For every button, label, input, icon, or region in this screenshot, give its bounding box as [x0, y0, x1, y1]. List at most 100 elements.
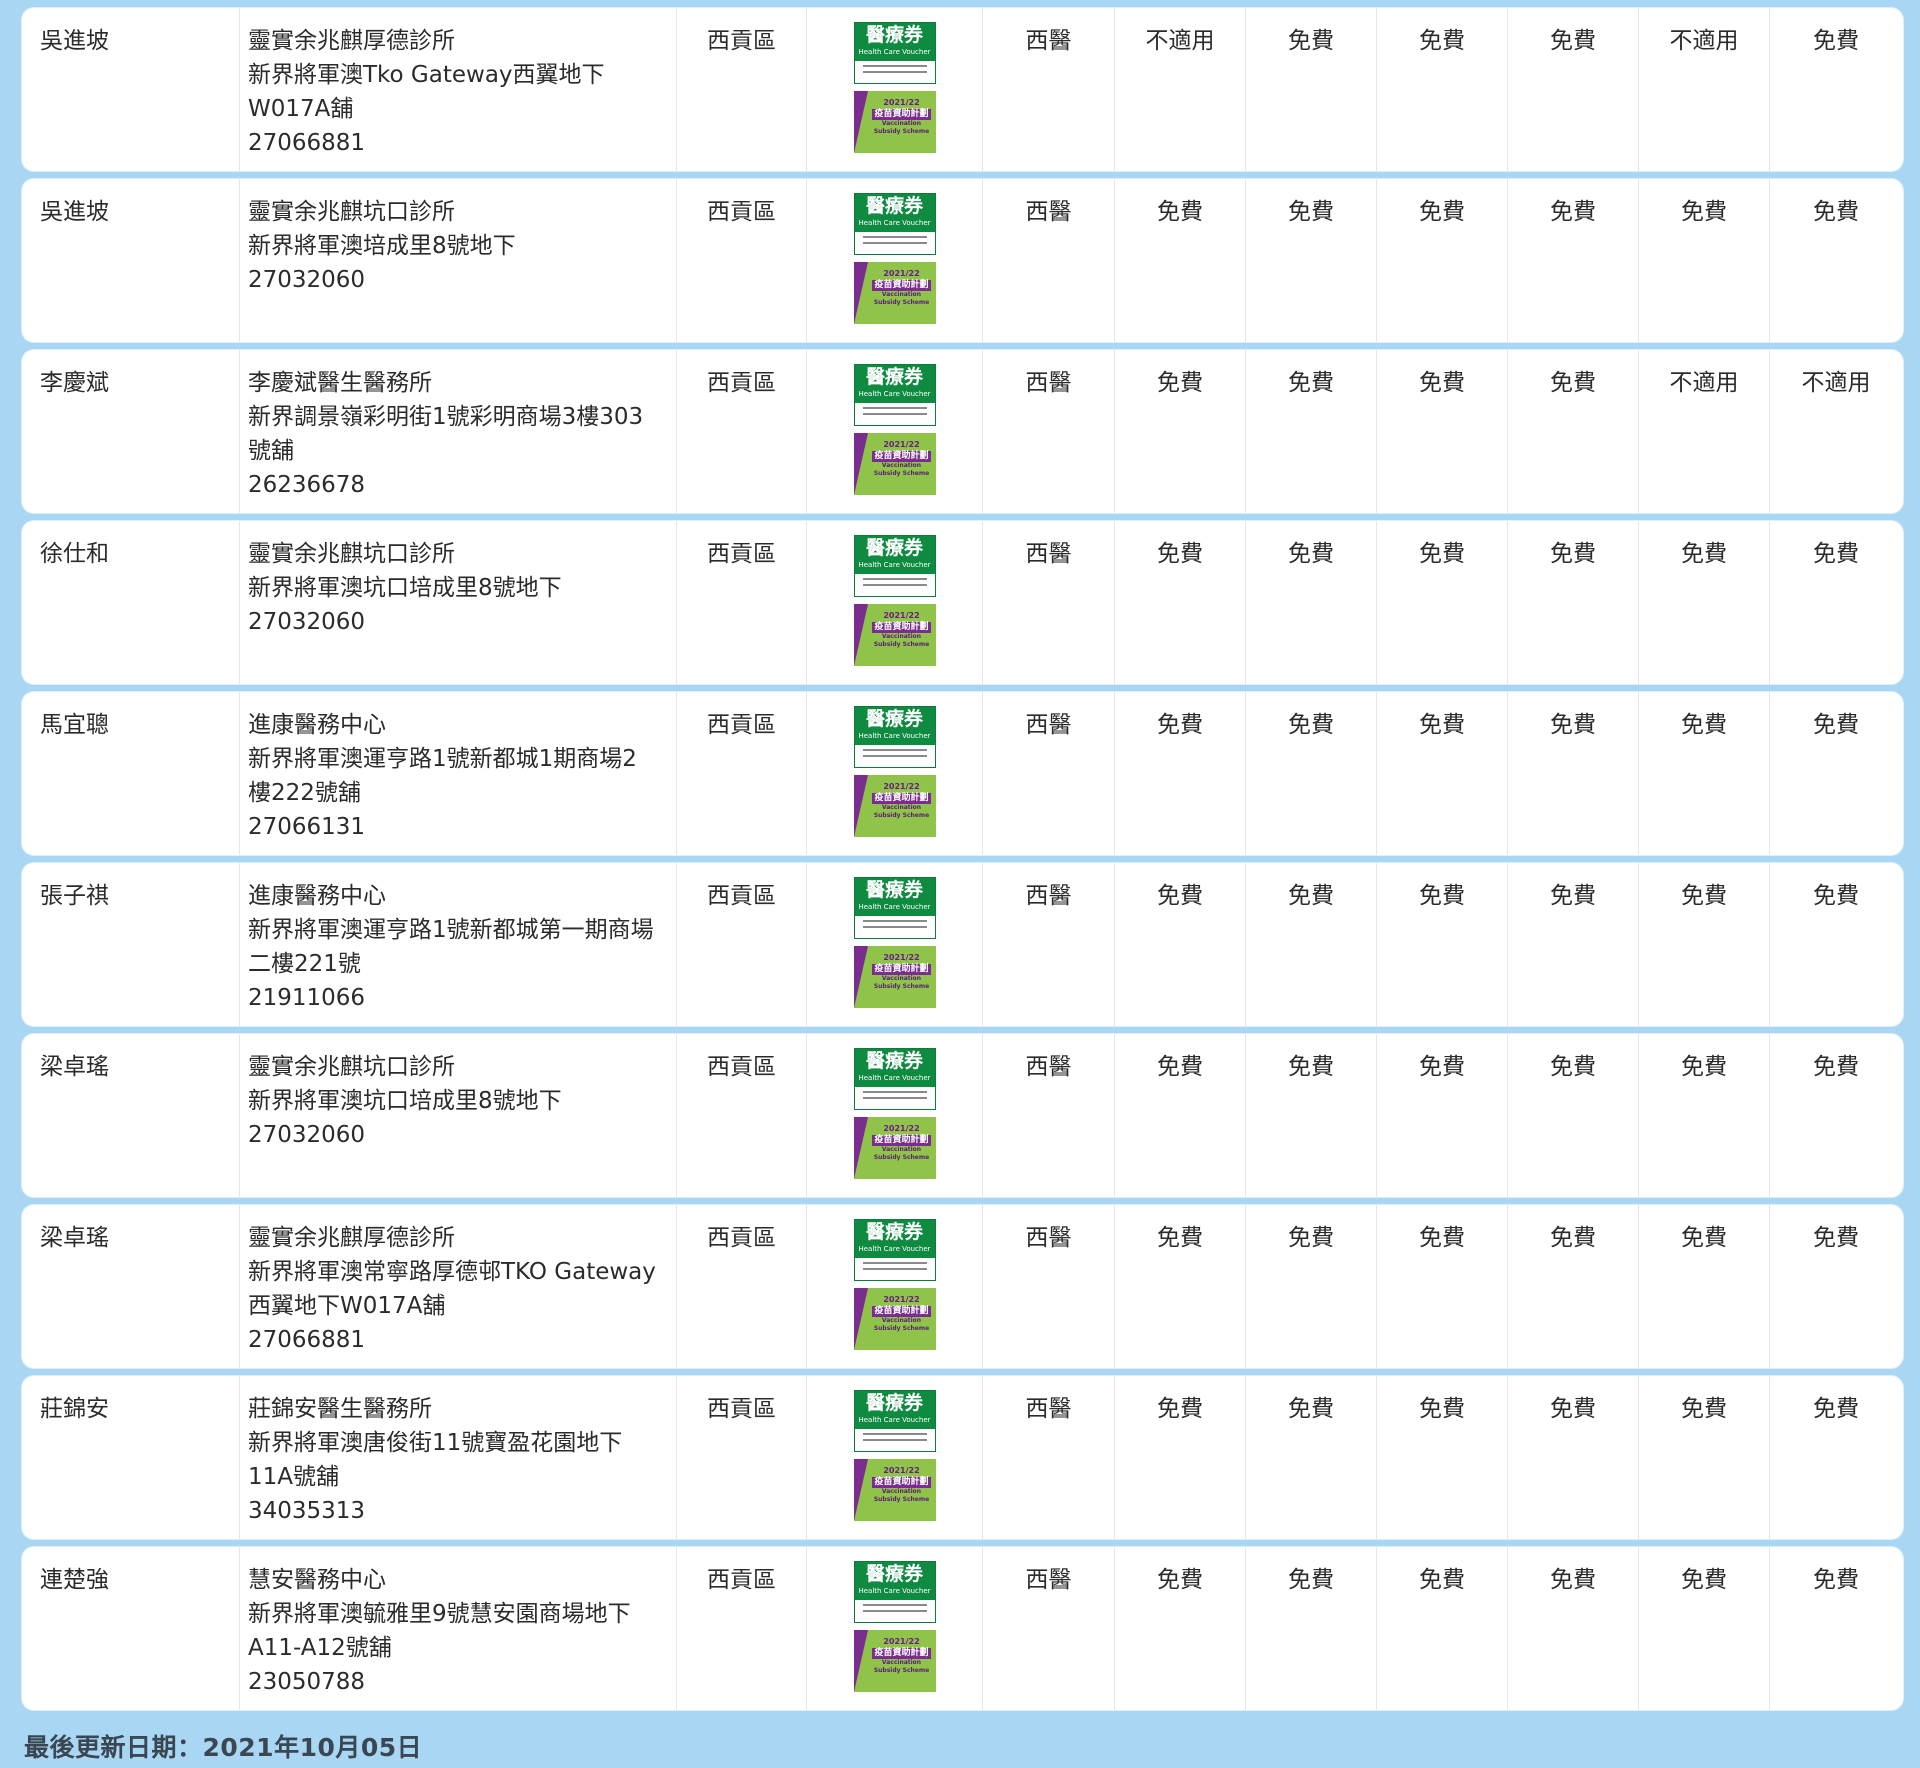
fee-cell: 免費 — [1639, 1376, 1770, 1539]
clinic-address-line: 號舖 — [248, 438, 294, 464]
fee-cell: 免費 — [1246, 179, 1377, 342]
vaccination-subsidy-scheme-logo: 2021/22 疫苗資助計劃 Vaccination Subsidy Schem… — [853, 1630, 936, 1692]
clinic-info: 進康醫務中心 新界將軍澳運亨路1號新都城1期商場2 樓222號舖 27066131 — [240, 692, 677, 855]
clinic-address-line: 西翼地下W017A舖 — [248, 1293, 446, 1319]
fee-cell: 免費 — [1813, 1054, 1859, 1080]
fee-cell: 免費 — [1377, 692, 1508, 855]
scheme-badges: 醫療券 Health Care Voucher 2021/22 疫苗資助計劃 Va… — [807, 1205, 983, 1368]
district: 西貢區 — [677, 521, 807, 684]
fee-cell: 不適用 — [1115, 8, 1246, 171]
clinic-address-line: 新界將軍澳坑口培成里8號地下 — [248, 1088, 562, 1114]
vaccination-subsidy-scheme-logo: 2021/22 疫苗資助計劃 Vaccination Subsidy Schem… — [853, 604, 936, 666]
fee-cell: 免費 — [1508, 1376, 1639, 1539]
clinic-info: 靈實余兆麒坑口診所 新界將軍澳培成里8號地下 27032060 — [240, 179, 677, 342]
clinic-phone: 27066131 — [248, 814, 366, 840]
clinic-address-line: 二樓221號 — [248, 951, 361, 977]
fee-cell: 免費 — [1246, 1376, 1377, 1539]
medicine-type: 西醫 — [983, 1376, 1115, 1539]
page: 吳進坡 靈實余兆麒厚德診所 新界將軍澳Tko Gateway西翼地下 W017A舖 2… — [0, 0, 1920, 1768]
fee-cell: 免費 — [1377, 1547, 1508, 1710]
fee-cell: 不適用 — [1639, 8, 1770, 171]
doctor-table: 吳進坡 靈實余兆麒厚德診所 新界將軍澳Tko Gateway西翼地下 W017A舖 2… — [22, 8, 1903, 1718]
scheme-badges: 醫療券 Health Care Voucher 2021/22 疫苗資助計劃 Va… — [807, 692, 983, 855]
last-updated-text: 最後更新日期：2021年10月05日 — [24, 1733, 423, 1762]
fee-cell: 免費 — [1813, 883, 1859, 909]
clinic-name: 靈實余兆麒坑口診所 — [248, 1054, 455, 1080]
scheme-badges: 醫療券 Health Care Voucher 2021/22 疫苗資助計劃 Va… — [807, 1034, 983, 1197]
clinic-phone: 27066881 — [248, 130, 366, 156]
clinic-address-line: 新界將軍澳Tko Gateway西翼地下 — [248, 62, 605, 88]
clinic-phone: 26236678 — [248, 472, 366, 498]
fee-cell: 免費 — [1377, 1034, 1508, 1197]
fee-cell: 免費 — [1115, 1376, 1246, 1539]
fee-cell: 免費 — [1639, 179, 1770, 342]
clinic-address-line: 新界將軍澳運亨路1號新都城第一期商場 — [248, 917, 654, 943]
table-row: 馬宜聰 進康醫務中心 新界將軍澳運亨路1號新都城1期商場2 樓222號舖 270661… — [22, 692, 1903, 855]
fee-cell: 免費 — [1246, 692, 1377, 855]
fee-cell: 免費 — [1508, 350, 1639, 513]
vaccination-subsidy-scheme-logo: 2021/22 疫苗資助計劃 Vaccination Subsidy Schem… — [853, 1459, 936, 1521]
health-care-voucher-logo: 醫療券 Health Care Voucher — [853, 1219, 936, 1281]
clinic-name: 靈實余兆麒厚德診所 — [248, 28, 455, 54]
health-care-voucher-logo: 醫療券 Health Care Voucher — [853, 877, 936, 939]
fee-cell: 免費 — [1377, 350, 1508, 513]
doctor-name: 莊錦安 — [22, 1376, 240, 1539]
table-row: 梁卓瑤 靈實余兆麒坑口診所 新界將軍澳坑口培成里8號地下 27032060 西貢區 … — [22, 1034, 1903, 1197]
clinic-phone: 27066881 — [248, 1327, 366, 1353]
fee-cell: 免費 — [1508, 863, 1639, 1026]
doctor-name: 馬宜聰 — [22, 692, 240, 855]
fee-cell: 免費 — [1508, 1205, 1639, 1368]
scheme-badges: 醫療券 Health Care Voucher 2021/22 疫苗資助計劃 Va… — [807, 521, 983, 684]
fee-cell: 免費 — [1115, 521, 1246, 684]
fee-cell: 免費 — [1639, 1547, 1770, 1710]
doctor-name: 連楚強 — [22, 1547, 240, 1710]
table-row: 梁卓瑤 靈實余兆麒厚德診所 新界將軍澳常寧路厚德邨TKO Gateway 西翼地下W… — [22, 1205, 1903, 1368]
clinic-phone: 27032060 — [248, 609, 366, 635]
health-care-voucher-logo: 醫療券 Health Care Voucher — [853, 1048, 936, 1110]
fee-cell: 免費 — [1115, 179, 1246, 342]
fee-cell: 免費 — [1246, 1205, 1377, 1368]
clinic-name: 進康醫務中心 — [248, 712, 386, 738]
health-care-voucher-logo: 醫療券 Health Care Voucher — [853, 535, 936, 597]
fee-cell: 不適用 — [1639, 350, 1770, 513]
district: 西貢區 — [677, 8, 807, 171]
fee-cell: 免費 — [1115, 692, 1246, 855]
fee-cell: 免費 — [1639, 1034, 1770, 1197]
vaccination-subsidy-scheme-logo: 2021/22 疫苗資助計劃 Vaccination Subsidy Schem… — [853, 946, 936, 1008]
fee-cell: 免費 — [1115, 1205, 1246, 1368]
clinic-name: 靈實余兆麒坑口診所 — [248, 199, 455, 225]
medicine-type: 西醫 — [983, 179, 1115, 342]
table-row: 徐仕和 靈實余兆麒坑口診所 新界將軍澳坑口培成里8號地下 27032060 西貢區 … — [22, 521, 1903, 684]
table-row: 莊錦安 莊錦安醫生醫務所 新界將軍澳唐俊街11號寶盈花園地下 11A號舖 340353… — [22, 1376, 1903, 1539]
table-row: 張子祺 進康醫務中心 新界將軍澳運亨路1號新都城第一期商場 二樓221號 219110… — [22, 863, 1903, 1026]
clinic-info: 莊錦安醫生醫務所 新界將軍澳唐俊街11號寶盈花園地下 11A號舖 34035313 — [240, 1376, 677, 1539]
district: 西貢區 — [677, 1376, 807, 1539]
fee-cell: 免費 — [1377, 521, 1508, 684]
clinic-address-line: 新界將軍澳運亨路1號新都城1期商場2 — [248, 746, 637, 772]
clinic-info: 李慶斌醫生醫務所 新界調景嶺彩明街1號彩明商場3樓303 號舖 26236678 — [240, 350, 677, 513]
clinic-address-line: A11-A12號舖 — [248, 1635, 392, 1661]
scheme-badges: 醫療券 Health Care Voucher 2021/22 疫苗資助計劃 Va… — [807, 1547, 983, 1710]
health-care-voucher-logo: 醫療券 Health Care Voucher — [853, 1390, 936, 1452]
vaccination-subsidy-scheme-logo: 2021/22 疫苗資助計劃 Vaccination Subsidy Schem… — [853, 1117, 936, 1179]
fee-cell: 免費 — [1813, 199, 1859, 225]
fee-cell: 免費 — [1115, 863, 1246, 1026]
clinic-address-line: 新界將軍澳常寧路厚德邨TKO Gateway — [248, 1259, 656, 1285]
fee-cell: 免費 — [1508, 1034, 1639, 1197]
clinic-phone: 34035313 — [248, 1498, 366, 1524]
clinic-info: 靈實余兆麒坑口診所 新界將軍澳坑口培成里8號地下 27032060 — [240, 1034, 677, 1197]
fee-cell: 免費 — [1639, 1205, 1770, 1368]
clinic-address-line: 新界將軍澳毓雅里9號慧安園商場地下 — [248, 1601, 631, 1627]
scheme-badges: 醫療券 Health Care Voucher 2021/22 疫苗資助計劃 Va… — [807, 8, 983, 171]
health-care-voucher-logo: 醫療券 Health Care Voucher — [853, 193, 936, 255]
fee-cell: 免費 — [1508, 1547, 1639, 1710]
medicine-type: 西醫 — [983, 1034, 1115, 1197]
fee-cell: 免費 — [1377, 863, 1508, 1026]
clinic-name: 進康醫務中心 — [248, 883, 386, 909]
fee-cell: 免費 — [1246, 1547, 1377, 1710]
health-care-voucher-logo: 醫療券 Health Care Voucher — [853, 22, 936, 84]
clinic-info: 進康醫務中心 新界將軍澳運亨路1號新都城第一期商場 二樓221號 21911066 — [240, 863, 677, 1026]
clinic-address-line: 新界將軍澳坑口培成里8號地下 — [248, 575, 562, 601]
fee-cell: 免費 — [1813, 541, 1859, 567]
fee-cell: 免費 — [1813, 1396, 1859, 1422]
